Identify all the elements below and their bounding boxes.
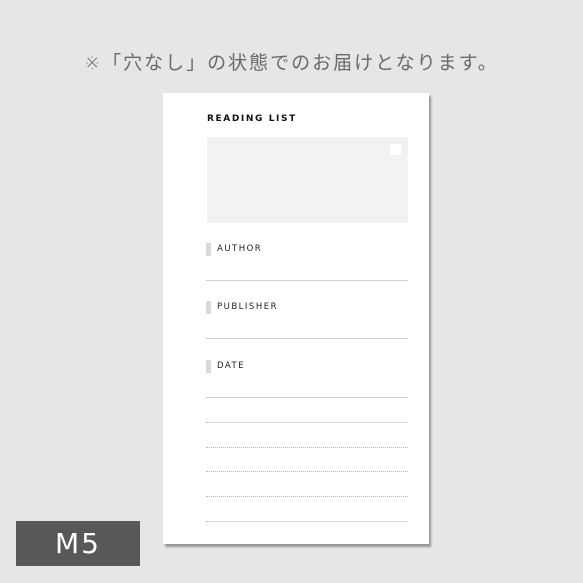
reading-list-card: READING LIST AUTHOR PUBLISHER DATE [163,93,429,544]
notice-text: ※「穴なし」の状態でのお届けとなります。 [84,52,499,74]
date-label: DATE [217,361,246,371]
publisher-label: PUBLISHER [217,302,278,312]
note-line [206,447,408,448]
publisher-line [206,338,408,339]
size-badge: M5 [16,521,140,566]
note-line [206,422,408,423]
note-line [206,521,408,522]
card-title: READING LIST [207,114,297,124]
date-line [206,397,408,398]
checkbox-square [390,144,401,155]
field-marker [206,360,211,373]
author-line [206,280,408,281]
cover-image-area [207,137,408,223]
author-label: AUTHOR [217,244,263,254]
note-line [206,471,408,472]
field-marker [206,301,211,314]
field-marker [206,243,211,256]
note-line [206,496,408,497]
